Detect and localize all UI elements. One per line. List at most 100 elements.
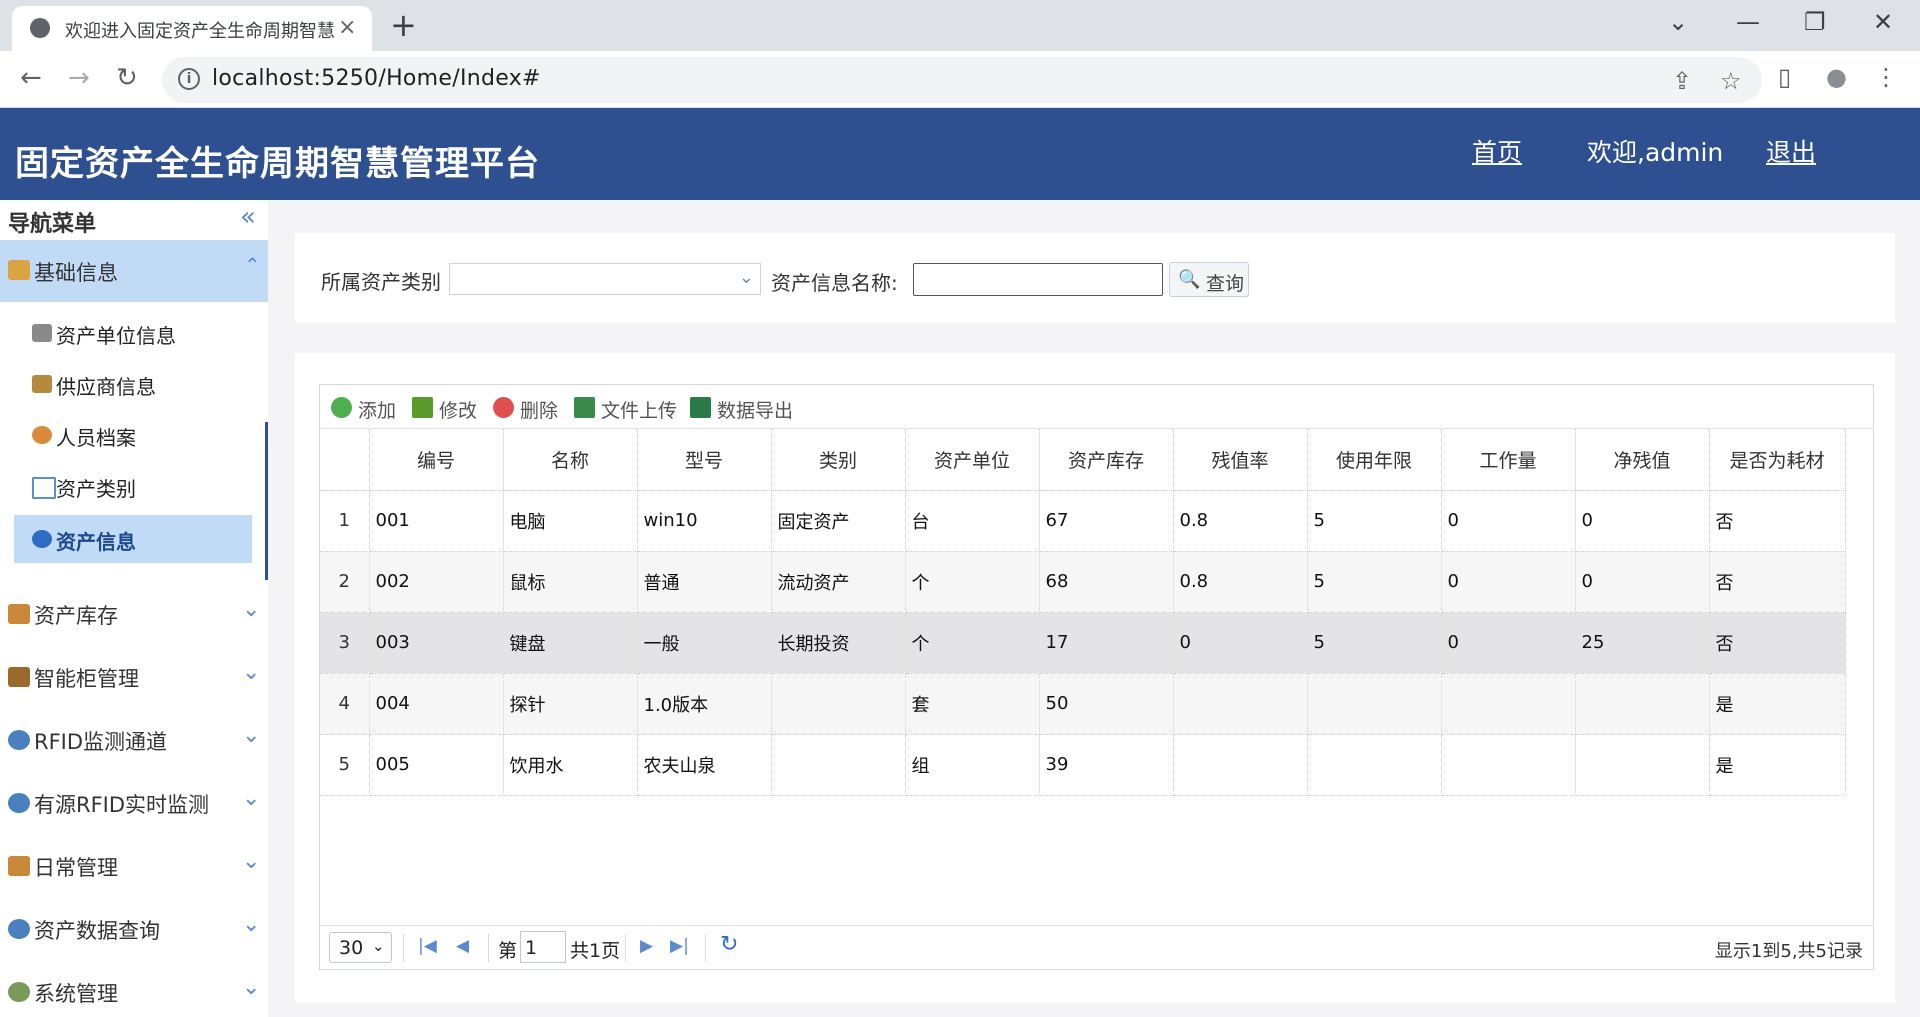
- edit-button[interactable]: 修改: [412, 395, 480, 422]
- table-cell[interactable]: 套: [905, 673, 1040, 735]
- table-cell[interactable]: 组: [905, 734, 1040, 796]
- refresh-icon[interactable]: ↻: [720, 932, 738, 957]
- table-cell[interactable]: [1575, 734, 1710, 796]
- column-header[interactable]: 净残值: [1575, 429, 1710, 491]
- table-cell[interactable]: [1307, 673, 1442, 735]
- table-cell[interactable]: 个: [905, 612, 1040, 674]
- table-cell[interactable]: 5: [1307, 490, 1442, 552]
- table-row[interactable]: 5 005 饮用水 农夫山泉 组 39 是: [320, 734, 1846, 796]
- table-cell[interactable]: 电脑: [503, 490, 638, 552]
- tab-search-icon[interactable]: ⌄: [1668, 8, 1688, 36]
- table-row[interactable]: 2 002 鼠标 普通 流动资产个 68 0.8 5 0 0 否: [320, 551, 1846, 613]
- last-page-icon[interactable]: ▶|: [670, 936, 689, 956]
- table-row[interactable]: 1 001 电脑 win10 固定资产台 67 0.8 5 0 0 否: [320, 490, 1846, 552]
- tab-close-icon[interactable]: ×: [338, 15, 356, 40]
- table-cell[interactable]: 5: [1307, 551, 1442, 613]
- table-cell[interactable]: 饮用水: [503, 734, 638, 796]
- sidebar-item-personnel[interactable]: 人员档案: [14, 411, 252, 459]
- delete-button[interactable]: 删除: [493, 395, 561, 422]
- share-icon[interactable]: ⇪: [1672, 67, 1692, 95]
- minimize-icon[interactable]: —: [1736, 8, 1760, 36]
- upload-button[interactable]: 文件上传: [574, 395, 684, 422]
- browser-menu-icon[interactable]: ⋮: [1874, 63, 1898, 91]
- profile-icon[interactable]: ●: [1826, 63, 1847, 91]
- table-cell[interactable]: [1441, 734, 1576, 796]
- forward-icon[interactable]: →: [68, 63, 90, 93]
- logout-link[interactable]: 退出: [1766, 133, 1816, 169]
- sidebar-group-rfid-channel[interactable]: RFID监测通道 ⌄: [0, 714, 268, 764]
- sidebar-group-asset-inventory[interactable]: 资产库存 ⌄: [0, 588, 268, 638]
- table-cell[interactable]: 39: [1039, 734, 1174, 796]
- first-page-icon[interactable]: |◀: [418, 936, 437, 956]
- export-button[interactable]: 数据导出: [690, 395, 800, 422]
- table-cell[interactable]: 1.0版本: [637, 673, 772, 735]
- window-close-icon[interactable]: ✕: [1873, 8, 1893, 36]
- table-cell[interactable]: 0: [1575, 490, 1710, 552]
- table-cell[interactable]: 否: [1709, 551, 1846, 613]
- table-cell[interactable]: 是: [1709, 673, 1846, 735]
- sidebar-scrollbar[interactable]: [265, 422, 268, 580]
- column-header[interactable]: 类别: [771, 429, 906, 491]
- sidebar-group-system-management[interactable]: 系统管理 ⌄: [0, 966, 268, 1016]
- column-header[interactable]: 工作量: [1441, 429, 1576, 491]
- asset-name-input[interactable]: [913, 263, 1163, 296]
- sidebar-item-asset-unit[interactable]: 资产单位信息: [14, 309, 252, 357]
- column-header[interactable]: 资产单位: [905, 429, 1040, 491]
- table-cell[interactable]: 否: [1709, 612, 1846, 674]
- url-input[interactable]: i localhost:5250/Home/Index# ⇪ ☆: [162, 57, 1762, 103]
- column-header[interactable]: 名称: [503, 429, 638, 491]
- table-cell[interactable]: 固定资产: [771, 490, 906, 552]
- browser-tab[interactable]: 欢迎进入固定资产全生命周期智慧管理平台 ×: [12, 6, 372, 51]
- column-header[interactable]: 使用年限: [1307, 429, 1442, 491]
- table-cell[interactable]: 68: [1039, 551, 1174, 613]
- column-header[interactable]: 残值率: [1173, 429, 1308, 491]
- home-link[interactable]: 首页: [1472, 133, 1522, 169]
- new-tab-icon[interactable]: +: [390, 6, 417, 44]
- category-select[interactable]: ⌄: [449, 263, 761, 295]
- sidebar-item-asset-info[interactable]: 资产信息: [14, 515, 252, 563]
- column-header[interactable]: 是否为耗材: [1709, 429, 1846, 491]
- table-cell[interactable]: [1441, 673, 1576, 735]
- table-cell[interactable]: 个: [905, 551, 1040, 613]
- table-cell[interactable]: 鼠标: [503, 551, 638, 613]
- table-cell[interactable]: 长期投资: [771, 612, 906, 674]
- add-button[interactable]: 添加: [331, 395, 399, 422]
- search-button[interactable]: 🔍 查询: [1169, 262, 1249, 297]
- restore-icon[interactable]: ❐: [1804, 8, 1826, 36]
- table-cell[interactable]: 001: [369, 490, 504, 552]
- table-cell[interactable]: 否: [1709, 490, 1846, 552]
- side-panel-icon[interactable]: ▯: [1778, 63, 1791, 91]
- table-cell[interactable]: [771, 673, 906, 735]
- table-cell[interactable]: 是: [1709, 734, 1846, 796]
- table-cell[interactable]: [1173, 673, 1308, 735]
- table-cell[interactable]: 50: [1039, 673, 1174, 735]
- page-number-input[interactable]: 1: [520, 931, 566, 963]
- table-cell[interactable]: 台: [905, 490, 1040, 552]
- page-size-select[interactable]: 30 ⌄: [329, 932, 392, 963]
- site-info-icon[interactable]: i: [178, 68, 200, 90]
- table-cell[interactable]: win10: [637, 490, 772, 552]
- table-cell[interactable]: 004: [369, 673, 504, 735]
- table-cell[interactable]: [1173, 734, 1308, 796]
- table-cell[interactable]: 农夫山泉: [637, 734, 772, 796]
- table-cell[interactable]: 0: [1441, 612, 1576, 674]
- reload-icon[interactable]: ↻: [116, 63, 138, 93]
- table-cell[interactable]: 0.8: [1173, 490, 1308, 552]
- table-cell[interactable]: 003: [369, 612, 504, 674]
- table-cell[interactable]: 键盘: [503, 612, 638, 674]
- table-cell[interactable]: [771, 734, 906, 796]
- next-page-icon[interactable]: ▶: [640, 936, 653, 956]
- table-cell[interactable]: 005: [369, 734, 504, 796]
- table-cell[interactable]: 流动资产: [771, 551, 906, 613]
- sidebar-group-active-rfid[interactable]: 有源RFID实时监测 ⌄: [0, 777, 268, 827]
- table-cell[interactable]: 002: [369, 551, 504, 613]
- sidebar-group-daily-management[interactable]: 日常管理 ⌄: [0, 840, 268, 890]
- column-header[interactable]: 型号: [637, 429, 772, 491]
- table-cell[interactable]: 普通: [637, 551, 772, 613]
- table-row[interactable]: 4 004 探针 1.0版本 套 50 是: [320, 673, 1846, 735]
- table-cell[interactable]: [1575, 673, 1710, 735]
- table-cell[interactable]: 17: [1039, 612, 1174, 674]
- table-cell[interactable]: 一般: [637, 612, 772, 674]
- table-cell[interactable]: 25: [1575, 612, 1710, 674]
- table-cell[interactable]: 0: [1575, 551, 1710, 613]
